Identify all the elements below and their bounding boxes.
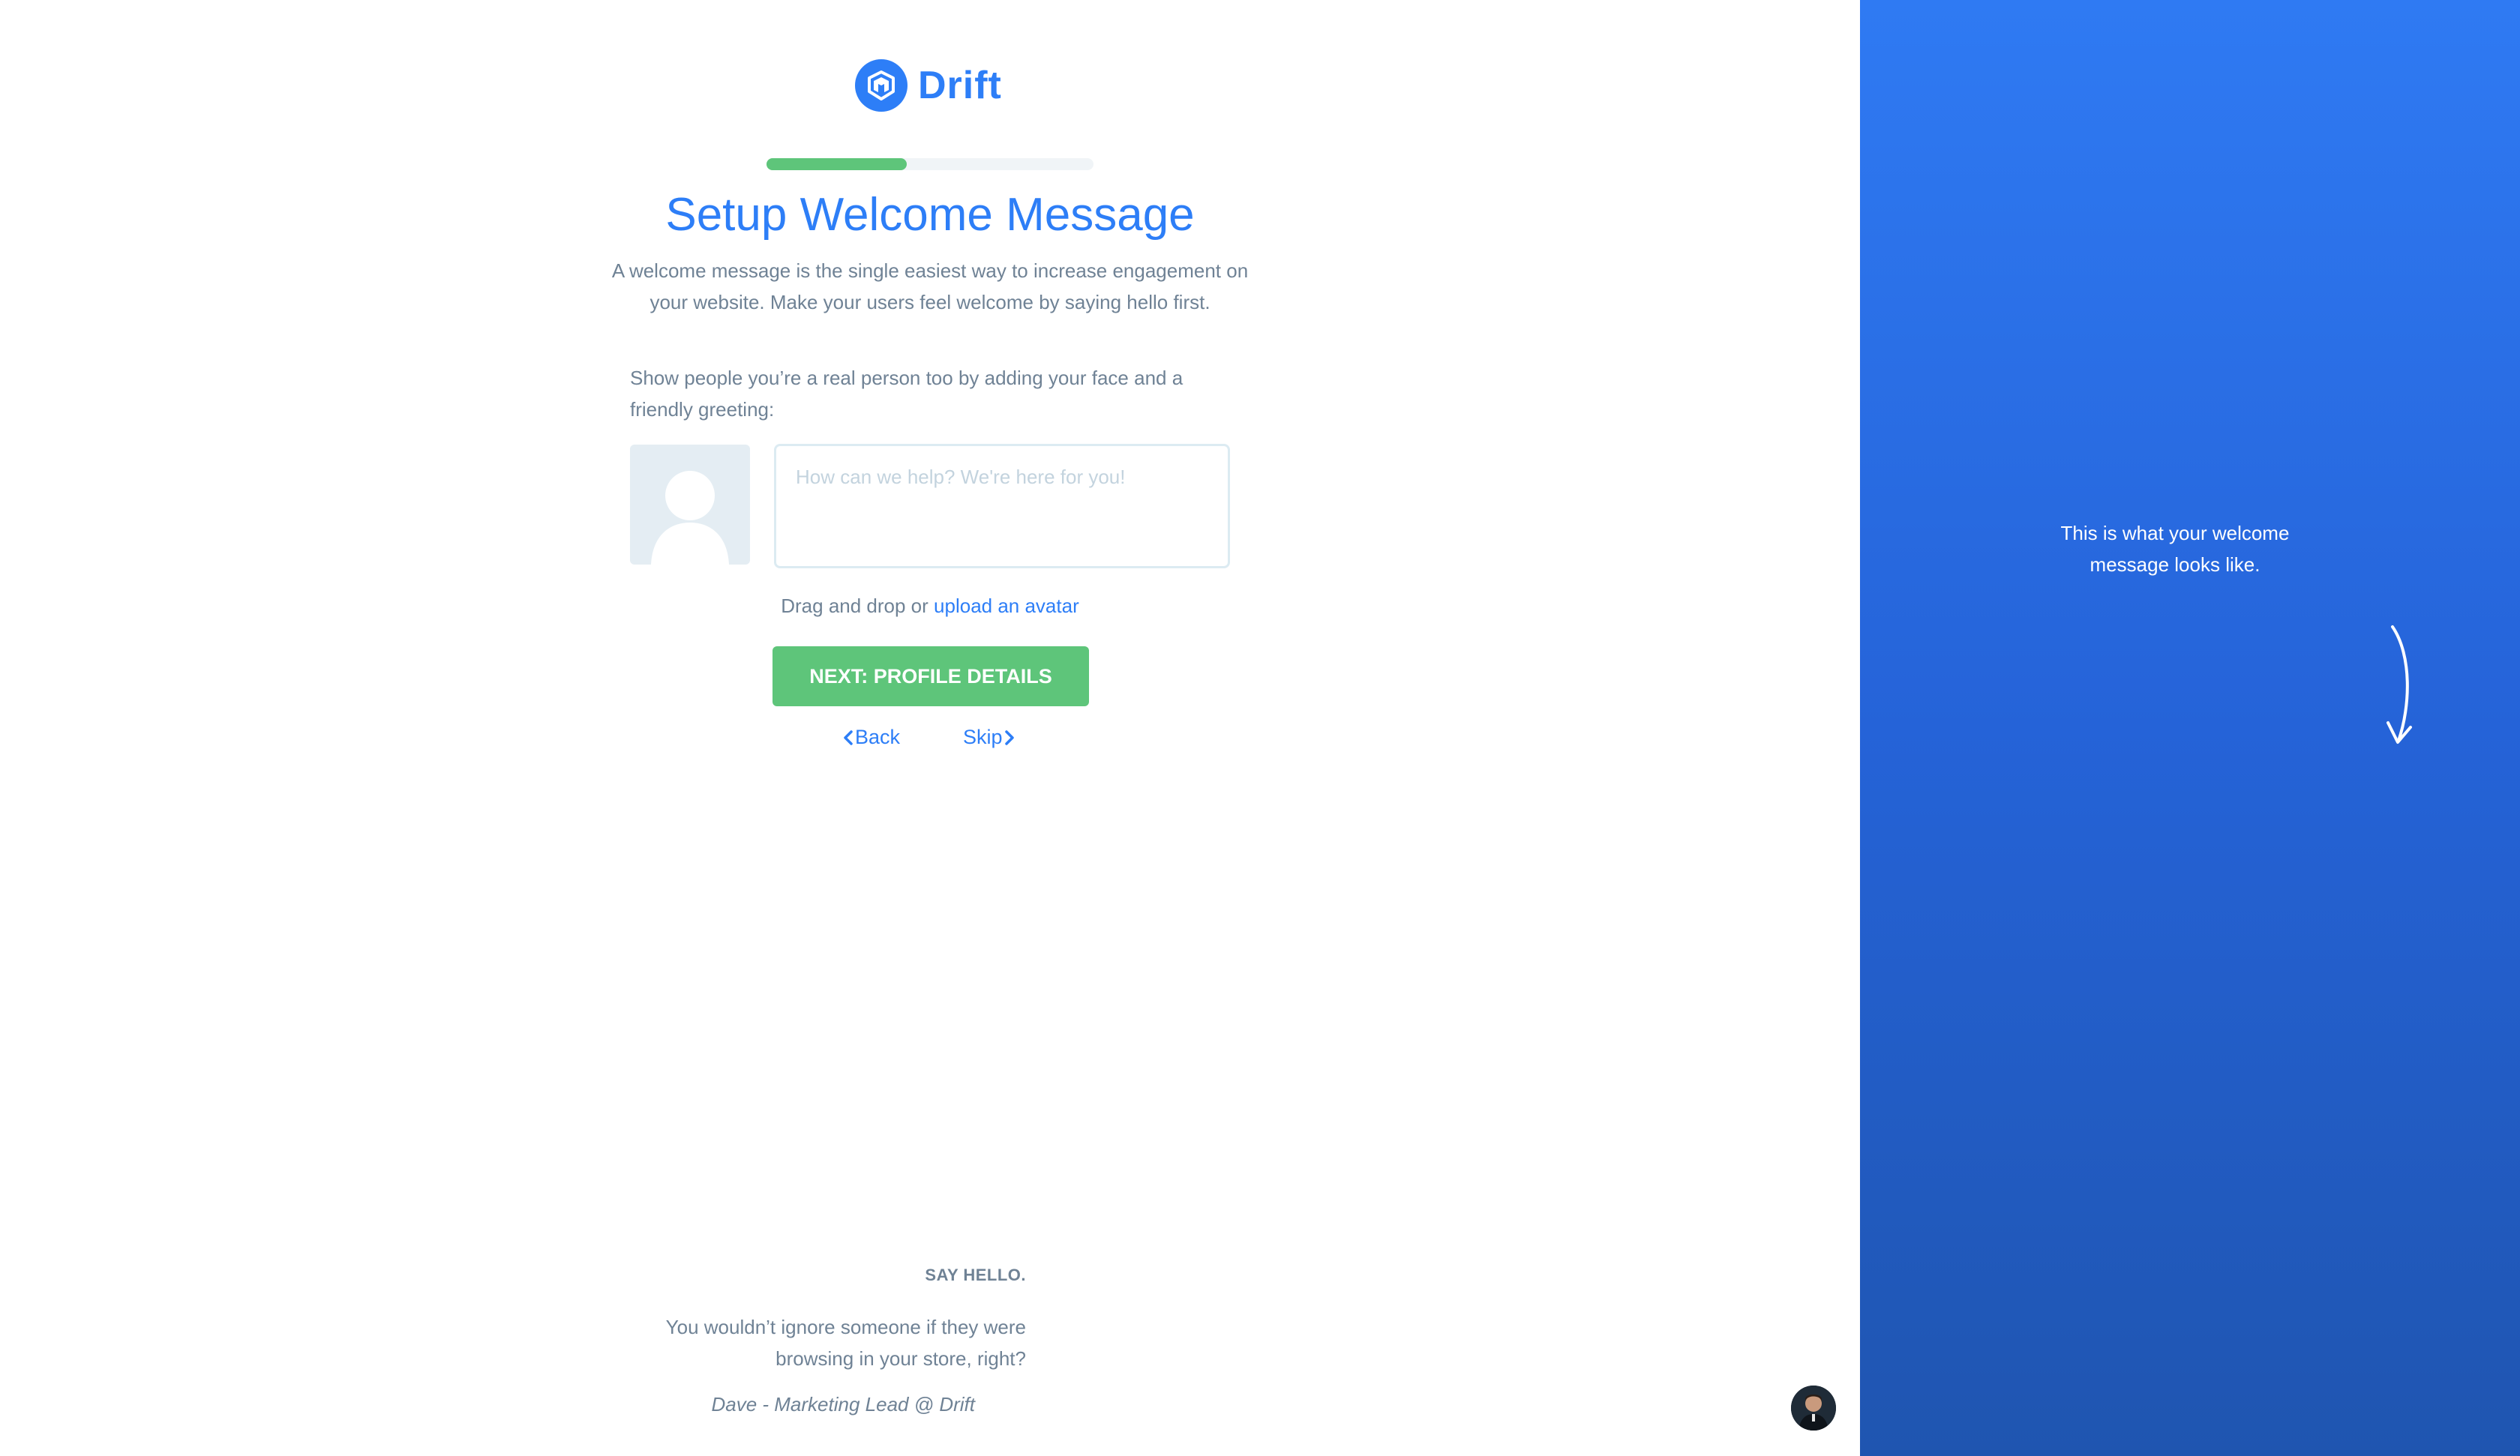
avatar-placeholder-icon [651,471,729,565]
progress-fill [766,158,908,170]
page-title: Setup Welcome Message [665,189,1195,241]
brand-name: Drift [918,64,1002,107]
progress-bar [766,158,1094,170]
testimonial-quote: You wouldn’t ignore someone if they were… [665,1316,1026,1370]
avatar-dropzone[interactable] [630,445,750,565]
chevron-left-icon [844,729,853,745]
drag-drop-text: Drag and drop or [781,595,928,617]
arrow-down-icon [2386,625,2412,744]
chevron-right-icon [1004,729,1014,745]
back-label: Back [855,726,901,748]
upload-avatar-link[interactable]: upload an avatar [934,595,1079,617]
upload-hint: Drag and drop or upload an avatar [0,595,1860,618]
drift-logo-icon [855,59,908,112]
skip-link[interactable]: Skip [963,726,1016,749]
page-subtitle: A welcome message is the single easiest … [611,259,1249,313]
greeting-instruction: Show people you’re a real person too by … [630,367,1184,421]
testimonial-label: SAY HELLO. [925,1266,1026,1284]
greeting-message-input[interactable] [774,444,1230,568]
skip-label: Skip [963,726,1003,748]
step-navigation: Back Skip [842,726,1022,756]
preview-panel: This is what your welcome message looks … [1860,0,2520,1456]
author-avatar [1791,1386,1836,1431]
drift-logo: Drift [855,58,1005,112]
testimonial-author: Dave - Marketing Lead @ Drift [711,1393,975,1416]
next-profile-details-button[interactable]: NEXT: PROFILE DETAILS [772,646,1089,706]
preview-note: This is what your welcome message looks … [2060,522,2290,576]
setup-content: Drift Setup Welcome Message A welcome me… [0,0,1860,1456]
back-link[interactable]: Back [842,726,900,749]
